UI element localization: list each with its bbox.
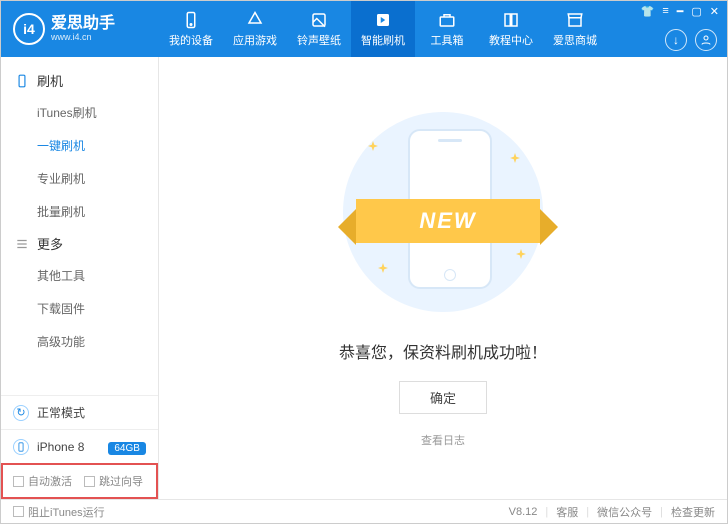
nav-label: 教程中心 — [489, 32, 533, 48]
block-itunes-checkbox[interactable]: 阻止iTunes运行 — [13, 504, 105, 520]
status-bar: 阻止iTunes运行 V8.12 | 客服 | 微信公众号 | 检查更新 — [1, 499, 727, 523]
sidebar-group-more[interactable]: 更多 — [1, 228, 158, 259]
sidebar-item-other-tools[interactable]: 其他工具 — [1, 259, 158, 292]
skin-icon[interactable]: 👕 — [641, 5, 655, 18]
logo-icon: i4 — [13, 13, 45, 45]
sidebar-item-pro-flash[interactable]: 专业刷机 — [1, 162, 158, 195]
nav-label: 我的设备 — [169, 32, 213, 48]
version-label: V8.12 — [509, 506, 538, 518]
menu-icon[interactable]: ≡ — [662, 5, 668, 18]
store-icon — [566, 11, 584, 29]
sidebar-item-oneclick-flash[interactable]: 一键刷机 — [1, 129, 158, 162]
checkbox-icon — [13, 506, 24, 517]
skip-wizard-checkbox[interactable]: 跳过向导 — [84, 473, 143, 489]
more-icon — [15, 237, 29, 251]
nav-label: 爱思商城 — [553, 32, 597, 48]
refresh-icon: ↻ — [13, 405, 29, 421]
download-icon[interactable]: ↓ — [665, 29, 687, 51]
app-url: www.i4.cn — [51, 32, 115, 43]
header-actions: ↓ — [665, 29, 717, 51]
sidebar-item-batch-flash[interactable]: 批量刷机 — [1, 195, 158, 228]
nav-tutorials[interactable]: 教程中心 — [479, 1, 543, 57]
apps-icon — [246, 11, 264, 29]
sidebar-group-flash[interactable]: 刷机 — [1, 65, 158, 96]
maximize-icon[interactable]: ▢ — [691, 5, 701, 18]
view-log-link[interactable]: 查看日志 — [421, 432, 465, 448]
ok-button[interactable]: 确定 — [399, 381, 487, 414]
nav-ringtones[interactable]: 铃声壁纸 — [287, 1, 351, 57]
sparkle-icon — [510, 153, 520, 163]
phone-icon — [15, 74, 29, 88]
nav-my-device[interactable]: 我的设备 — [159, 1, 223, 57]
device-icon — [182, 11, 200, 29]
success-illustration: NEW — [338, 107, 548, 317]
device-badge[interactable]: iPhone 8 64GB — [1, 429, 158, 463]
nav-label: 应用游戏 — [233, 32, 277, 48]
mode-badge[interactable]: ↻ 正常模式 — [1, 395, 158, 429]
nav-label: 铃声壁纸 — [297, 32, 341, 48]
top-nav: 我的设备 应用游戏 铃声壁纸 智能刷机 工具箱 教程中心 爱思商城 — [159, 1, 607, 57]
nav-label: 智能刷机 — [361, 32, 405, 48]
nav-flash[interactable]: 智能刷机 — [351, 1, 415, 57]
auto-activate-checkbox[interactable]: 自动激活 — [13, 473, 72, 489]
nav-apps[interactable]: 应用游戏 — [223, 1, 287, 57]
close-icon[interactable]: ✕ — [710, 5, 719, 18]
app-logo: i4 爱思助手 www.i4.cn — [1, 13, 159, 45]
wallpaper-icon — [310, 11, 328, 29]
book-icon — [502, 11, 520, 29]
body: 刷机 iTunes刷机 一键刷机 专业刷机 批量刷机 更多 其他工具 下载固件 … — [1, 57, 727, 499]
wechat-link[interactable]: 微信公众号 — [597, 504, 652, 520]
device-icon — [13, 439, 29, 455]
minimize-icon[interactable]: ━ — [677, 5, 684, 18]
nav-toolbox[interactable]: 工具箱 — [415, 1, 479, 57]
app-name: 爱思助手 — [51, 16, 115, 32]
sidebar-item-download-firmware[interactable]: 下载固件 — [1, 292, 158, 325]
sparkle-icon — [378, 263, 388, 273]
device-name: iPhone 8 — [37, 440, 84, 454]
checkbox-label: 跳过向导 — [99, 473, 143, 489]
new-ribbon: NEW — [356, 199, 540, 243]
sparkle-icon — [516, 249, 526, 259]
app-header: i4 爱思助手 www.i4.cn 我的设备 应用游戏 铃声壁纸 智能刷机 工具… — [1, 1, 727, 57]
sidebar-item-itunes-flash[interactable]: iTunes刷机 — [1, 96, 158, 129]
toolbox-icon — [438, 11, 456, 29]
sidebar-item-advanced[interactable]: 高级功能 — [1, 325, 158, 358]
sidebar-group-label: 更多 — [37, 234, 63, 253]
bottom-options: 自动激活 跳过向导 — [1, 463, 158, 499]
nav-label: 工具箱 — [431, 32, 464, 48]
support-link[interactable]: 客服 — [556, 504, 578, 520]
sparkle-icon — [368, 141, 378, 151]
checkbox-label: 自动激活 — [28, 473, 72, 489]
window-controls: 👕 ≡ ━ ▢ ✕ — [633, 1, 727, 22]
sidebar: 刷机 iTunes刷机 一键刷机 专业刷机 批量刷机 更多 其他工具 下载固件 … — [1, 57, 159, 499]
checkbox-icon — [84, 476, 95, 487]
flash-icon — [374, 11, 392, 29]
checkbox-label: 阻止iTunes运行 — [28, 504, 105, 520]
main-content: NEW 恭喜您，保资料刷机成功啦！ 确定 查看日志 — [159, 57, 727, 499]
success-message: 恭喜您，保资料刷机成功啦！ — [339, 339, 547, 363]
device-capacity: 64GB — [108, 442, 146, 455]
checkbox-icon — [13, 476, 24, 487]
user-icon[interactable] — [695, 29, 717, 51]
mode-label: 正常模式 — [37, 404, 85, 421]
nav-store[interactable]: 爱思商城 — [543, 1, 607, 57]
sidebar-group-label: 刷机 — [37, 71, 63, 90]
update-link[interactable]: 检查更新 — [671, 504, 715, 520]
